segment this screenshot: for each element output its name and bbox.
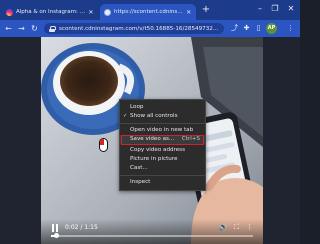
menu-item-show-all-controls[interactable]: ✓ Show all controls bbox=[120, 112, 205, 121]
menu-item-cast[interactable]: Cast... bbox=[120, 164, 205, 173]
sidebar-icon[interactable]: ▯ bbox=[253, 23, 264, 34]
share-icon[interactable]: ⤴ bbox=[229, 23, 240, 34]
instagram-icon bbox=[6, 8, 13, 16]
menu-item-label: Loop bbox=[130, 104, 144, 110]
menu-item-copy-video-address[interactable]: Copy video address bbox=[120, 146, 205, 155]
video-controls: 0:02 / 1:15 🔊 ⛶ ⋮ bbox=[41, 219, 263, 244]
seek-bar-thumb[interactable] bbox=[54, 233, 60, 238]
tab-video[interactable]: https://scontent.cdninstagram. ✕ bbox=[100, 4, 196, 20]
pause-icon[interactable] bbox=[51, 224, 59, 232]
menu-item-inspect[interactable]: Inspect bbox=[120, 178, 205, 187]
address-bar[interactable]: scontent.cdninstagram.com/v/t50.16885-16… bbox=[44, 23, 224, 34]
new-tab-button[interactable]: + bbox=[201, 5, 211, 15]
menu-item-label: Cast... bbox=[130, 165, 148, 171]
fullscreen-icon[interactable]: ⛶ bbox=[232, 223, 241, 232]
forward-button[interactable]: → bbox=[16, 23, 27, 34]
extensions-icon[interactable]: ✚ bbox=[241, 23, 252, 34]
menu-item-label: Copy video address bbox=[130, 147, 186, 153]
back-button[interactable]: ← bbox=[3, 23, 14, 34]
browser-toolbar: ← → ↻ scontent.cdninstagram.com/v/t50.16… bbox=[0, 20, 300, 37]
checkmark-icon: ✓ bbox=[123, 113, 128, 119]
menu-separator bbox=[120, 123, 205, 124]
menu-icon[interactable]: ⋮ bbox=[285, 23, 296, 34]
seek-bar[interactable] bbox=[51, 233, 253, 238]
tab-instagram[interactable]: Alpha & on Instagram: "How to i ✕ bbox=[2, 4, 98, 20]
menu-item-picture-in-picture[interactable]: Picture in picture bbox=[120, 155, 205, 164]
menu-item-label: Open video in new tab bbox=[130, 127, 194, 133]
menu-separator bbox=[120, 175, 205, 176]
mouse-right-click-icon bbox=[100, 139, 104, 145]
menu-item-label: Inspect bbox=[130, 179, 151, 185]
profile-avatar[interactable]: AP bbox=[266, 23, 277, 34]
close-window-icon[interactable]: ✕ bbox=[285, 3, 297, 15]
menu-item-open-video-new-tab[interactable]: Open video in new tab bbox=[120, 126, 205, 135]
menu-item-loop[interactable]: Loop bbox=[120, 103, 205, 112]
close-tab-icon[interactable]: ✕ bbox=[88, 9, 94, 16]
close-tab-icon[interactable]: ✕ bbox=[185, 9, 192, 16]
maximize-icon[interactable]: ❐ bbox=[269, 3, 281, 15]
highlight-annotation bbox=[121, 135, 204, 145]
video-time: 0:02 / 1:15 bbox=[65, 224, 98, 231]
menu-item-label: Show all controls bbox=[130, 113, 178, 119]
tab-title: https://scontent.cdninstagram. bbox=[114, 9, 183, 15]
volume-icon[interactable]: 🔊 bbox=[219, 223, 228, 232]
reload-button[interactable]: ↻ bbox=[29, 23, 40, 34]
lock-icon bbox=[49, 25, 56, 32]
url-text: scontent.cdninstagram.com/v/t50.16885-16… bbox=[59, 25, 219, 32]
video-context-menu: Loop ✓ Show all controls Open video in n… bbox=[119, 99, 206, 191]
minimize-icon[interactable]: – bbox=[254, 3, 266, 15]
tab-strip: Alpha & on Instagram: "How to i ✕ https:… bbox=[0, 0, 300, 20]
globe-icon bbox=[104, 8, 111, 16]
menu-item-label: Picture in picture bbox=[130, 156, 178, 162]
more-options-icon[interactable]: ⋮ bbox=[245, 223, 254, 232]
tab-title: Alpha & on Instagram: "How to i bbox=[16, 9, 86, 15]
